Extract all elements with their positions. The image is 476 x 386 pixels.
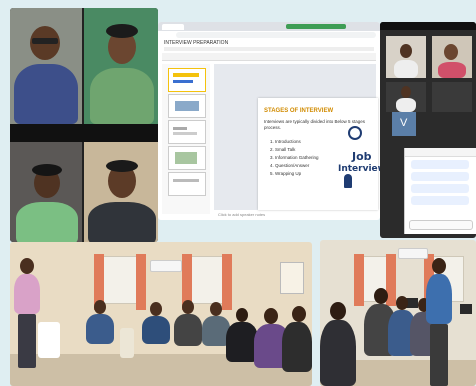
slides-editor-screenshot: INTERVIEW PREPARATION STAGES OF INTERVIE… — [158, 22, 380, 220]
video-call-grid — [10, 8, 158, 242]
stage-item: 3. Information Gathering — [270, 155, 319, 160]
participant-tile[interactable] — [386, 36, 426, 78]
video-tile-1 — [10, 8, 82, 124]
browser-tab-bar — [158, 22, 380, 31]
stage-item: 1. Introductions — [270, 139, 301, 144]
curtain — [136, 254, 146, 310]
chat-header — [405, 148, 476, 157]
question-icon — [348, 126, 362, 140]
participant-tile[interactable] — [386, 82, 426, 112]
slide-thumbnails — [162, 64, 210, 214]
panel-top-bar — [380, 22, 476, 30]
air-conditioner — [398, 248, 428, 259]
document-title[interactable]: INTERVIEW PREPARATION — [164, 40, 228, 46]
chair — [38, 322, 60, 358]
slide-title: STAGES OF INTERVIEW — [264, 108, 334, 114]
stages-list: 1. Introductions 2. Small Talk 3. Inform… — [270, 138, 319, 178]
avatar-letter: V — [400, 117, 408, 129]
window — [100, 256, 140, 304]
classroom-photo-right — [320, 240, 476, 386]
computer-monitor — [460, 304, 472, 314]
slide-thumbnail[interactable] — [168, 146, 206, 170]
tile-gap-strip — [10, 124, 158, 142]
slide-thumbnail[interactable] — [168, 120, 206, 144]
notice-board — [280, 262, 304, 294]
editor-toolbar[interactable] — [162, 53, 376, 61]
chair — [120, 328, 134, 358]
slide-thumbnail[interactable] — [168, 172, 206, 196]
menu-bar[interactable] — [164, 47, 374, 51]
video-tile-2 — [84, 8, 158, 124]
participant-tile[interactable] — [432, 82, 472, 112]
stage-item: 4. Question/Answer — [270, 163, 310, 168]
graphic-word-interview: Interview — [338, 164, 380, 174]
collage-page: { "video_tiles": [ {"caption": "", "bg":… — [0, 0, 476, 386]
chat-message — [411, 160, 469, 169]
participant-tile[interactable] — [432, 36, 472, 78]
graphic-word-job: Job — [352, 150, 372, 163]
chat-message — [411, 184, 469, 193]
video-tile-4 — [84, 142, 158, 242]
slide-thumbnail[interactable] — [168, 68, 206, 92]
curtain — [354, 254, 364, 306]
chat-panel — [404, 148, 476, 234]
person-icon — [344, 174, 352, 188]
address-bar[interactable] — [176, 32, 376, 38]
curtain — [222, 254, 232, 310]
video-tile-3 — [10, 142, 82, 242]
slide-thumbnail[interactable] — [168, 94, 206, 118]
window — [188, 256, 226, 304]
air-conditioner — [150, 260, 182, 272]
participant-tile-avatar[interactable]: V — [392, 112, 416, 136]
stage-item: 2. Small Talk — [270, 147, 296, 152]
stage-item: 5. Wrapping Up — [270, 171, 302, 176]
classroom-photo-left — [10, 242, 312, 386]
chat-input[interactable] — [409, 220, 473, 230]
chat-message — [411, 172, 469, 181]
speaker-notes-field[interactable]: Click to add speaker notes — [218, 212, 265, 217]
chat-message — [411, 196, 469, 205]
slide-subtitle: Interviews are typically divided into Be… — [264, 119, 366, 130]
